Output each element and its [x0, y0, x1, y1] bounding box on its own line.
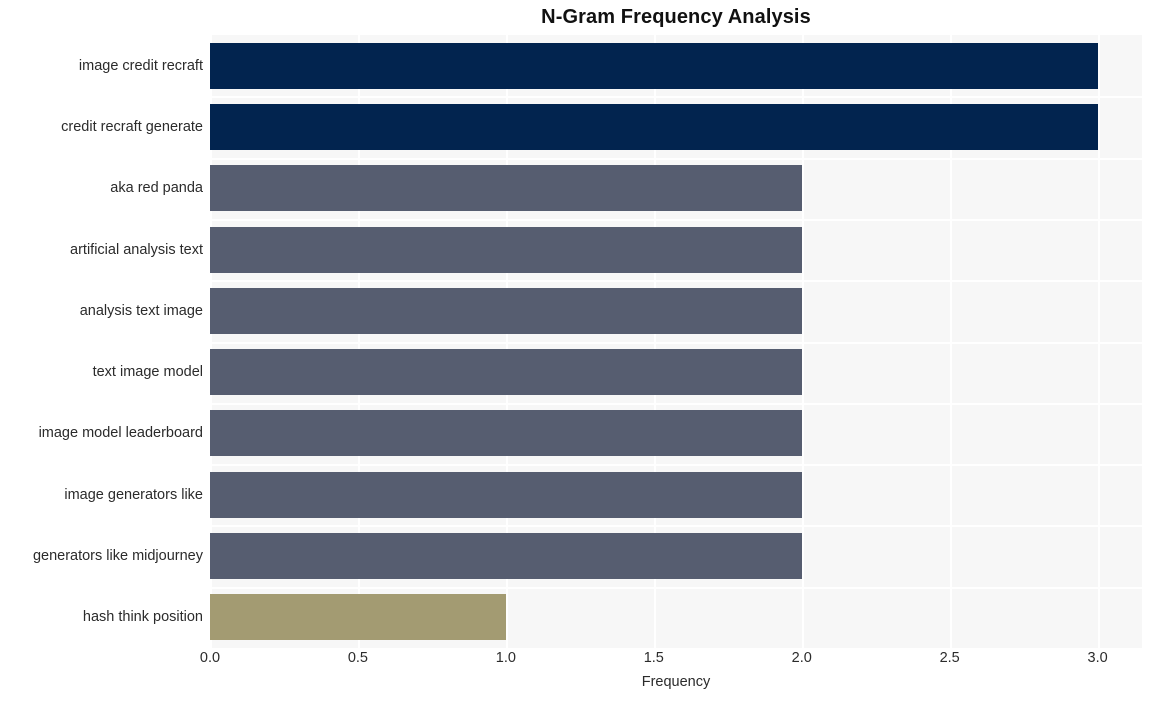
y-axis-tick-label: analysis text image — [79, 302, 203, 319]
bar[interactable] — [210, 594, 506, 641]
y-axis-tick-label: image model leaderboard — [38, 425, 203, 442]
x-axis-tick-label: 1.5 — [643, 650, 664, 666]
chart-title: N-Gram Frequency Analysis — [541, 6, 811, 28]
gridline-horizontal — [210, 525, 1142, 528]
bar[interactable] — [210, 42, 1098, 89]
plot-area — [210, 35, 1142, 648]
bar[interactable] — [210, 226, 802, 273]
y-axis-tick-label: image credit recraft — [78, 57, 203, 74]
gridline-horizontal — [210, 402, 1142, 405]
chart-figure: N-Gram Frequency Analysis image credit r… — [0, 0, 1150, 701]
gridline-horizontal — [210, 218, 1142, 221]
x-axis-tick-label: 2.0 — [791, 650, 812, 666]
bar[interactable] — [210, 103, 1098, 150]
bar[interactable] — [210, 165, 802, 212]
x-axis-ticks: 0.0 0.5 1.0 1.5 2.0 2.5 3.0 — [200, 650, 1142, 672]
x-axis-tick-label: 2.5 — [939, 650, 960, 666]
x-axis-tick-label: 0.5 — [347, 650, 369, 666]
x-axis-tick-label: 1.0 — [495, 650, 516, 666]
y-axis-tick-label: hash think position — [82, 609, 203, 626]
gridline-horizontal — [210, 96, 1142, 99]
x-axis-title: Frequency — [641, 674, 711, 690]
y-axis-labels: image credit recraft credit recraft gener… — [0, 35, 203, 648]
bar[interactable] — [210, 349, 802, 396]
gridline-horizontal — [210, 341, 1142, 344]
y-axis-tick-label: generators like midjourney — [32, 548, 203, 565]
bar[interactable] — [210, 410, 802, 457]
x-axis-tick-label: 3.0 — [1087, 650, 1108, 666]
bar[interactable] — [210, 533, 802, 580]
gridline-horizontal — [210, 586, 1142, 589]
bar[interactable] — [210, 287, 802, 334]
gridline-horizontal — [210, 157, 1142, 160]
y-axis-tick-label: image generators like — [64, 486, 203, 503]
y-axis-tick-label: aka red panda — [110, 180, 203, 197]
y-axis-tick-label: text image model — [92, 364, 203, 381]
y-axis-tick-label: artificial analysis text — [70, 241, 203, 258]
x-axis-tick-label: 0.0 — [199, 650, 221, 666]
gridline-horizontal — [210, 280, 1142, 283]
gridline-horizontal — [210, 464, 1142, 467]
y-axis-tick-label: credit recraft generate — [61, 118, 203, 135]
bar[interactable] — [210, 471, 802, 518]
